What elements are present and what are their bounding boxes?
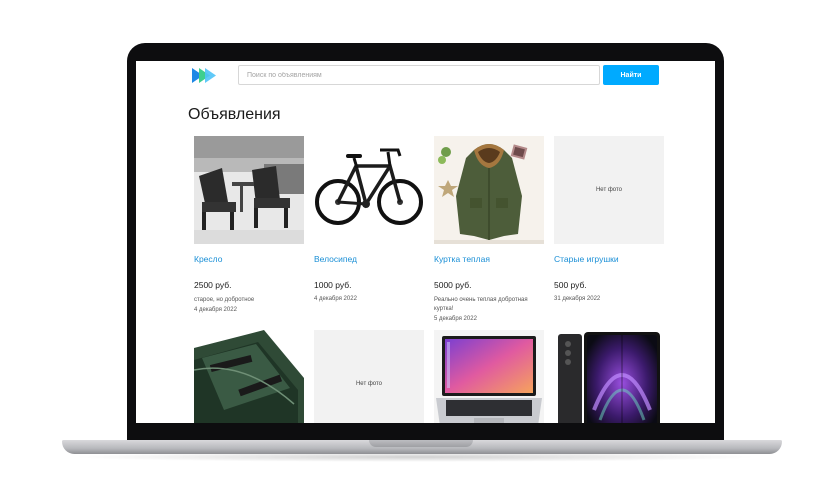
listing-price: 1000 руб. xyxy=(314,280,352,290)
listing-card[interactable] xyxy=(194,330,304,423)
listing-image[interactable] xyxy=(194,136,304,244)
search-button[interactable]: Найти xyxy=(603,65,659,85)
listing-date: 4 декабря 2022 xyxy=(194,307,237,313)
listing-date: 31 декабря 2022 xyxy=(554,296,601,302)
listing-image[interactable] xyxy=(314,136,424,244)
listing-title[interactable]: Старые игрушки xyxy=(554,253,664,265)
search-input[interactable] xyxy=(238,65,600,85)
page-title: Объявления xyxy=(188,106,281,123)
listing-card[interactable]: Велосипед 1000 руб. 4 декабря 2022 xyxy=(314,136,424,302)
listing-price: 500 руб. xyxy=(554,280,587,290)
laptop-notch xyxy=(369,440,473,447)
listing-card[interactable] xyxy=(554,330,664,423)
listing-description: старое, но добротное xyxy=(194,297,255,303)
listing-description: Реально очень теплая добротная куртка! xyxy=(434,297,528,312)
site-header: Найти xyxy=(136,61,715,91)
site-logo-icon[interactable] xyxy=(192,68,216,83)
listing-title[interactable]: Велосипед xyxy=(314,253,424,265)
listing-image-placeholder[interactable]: Нет фото xyxy=(314,330,424,423)
no-photo-label: Нет фото xyxy=(595,187,623,193)
armchairs-photo-image xyxy=(194,136,304,244)
phone-photo-image xyxy=(554,330,664,423)
listing-date: 5 декабря 2022 xyxy=(434,316,477,322)
bicycle-photo-image xyxy=(314,136,424,244)
listing-image[interactable] xyxy=(434,330,544,423)
listing-title[interactable]: Кресло xyxy=(194,253,304,265)
listing-card[interactable]: Нет фото xyxy=(314,330,424,423)
listing-image[interactable] xyxy=(554,330,664,423)
laptop-screen: Найти Объявления xyxy=(136,61,715,423)
listing-image[interactable] xyxy=(434,136,544,244)
listing-title[interactable]: Куртка теплая xyxy=(434,253,544,265)
listing-card[interactable]: Куртка теплая 5000 руб. Реально очень те… xyxy=(434,136,544,322)
jacket-photo-image xyxy=(434,136,544,244)
listing-card[interactable] xyxy=(434,330,544,423)
boat-photo-image xyxy=(194,330,304,423)
listing-card[interactable]: Нет фото Старые игрушки 500 руб. 31 дека… xyxy=(554,136,664,302)
listing-image[interactable] xyxy=(194,330,304,423)
laptop-photo-image xyxy=(434,330,544,423)
listing-price: 5000 руб. xyxy=(434,280,472,290)
listing-date: 4 декабря 2022 xyxy=(314,296,357,302)
listing-card[interactable]: Кресло 2500 руб. старое, но добротное 4 … xyxy=(194,136,304,313)
no-photo-label: Нет фото xyxy=(355,381,383,387)
listing-price: 2500 руб. xyxy=(194,280,232,290)
listing-image-placeholder[interactable]: Нет фото xyxy=(554,136,664,244)
